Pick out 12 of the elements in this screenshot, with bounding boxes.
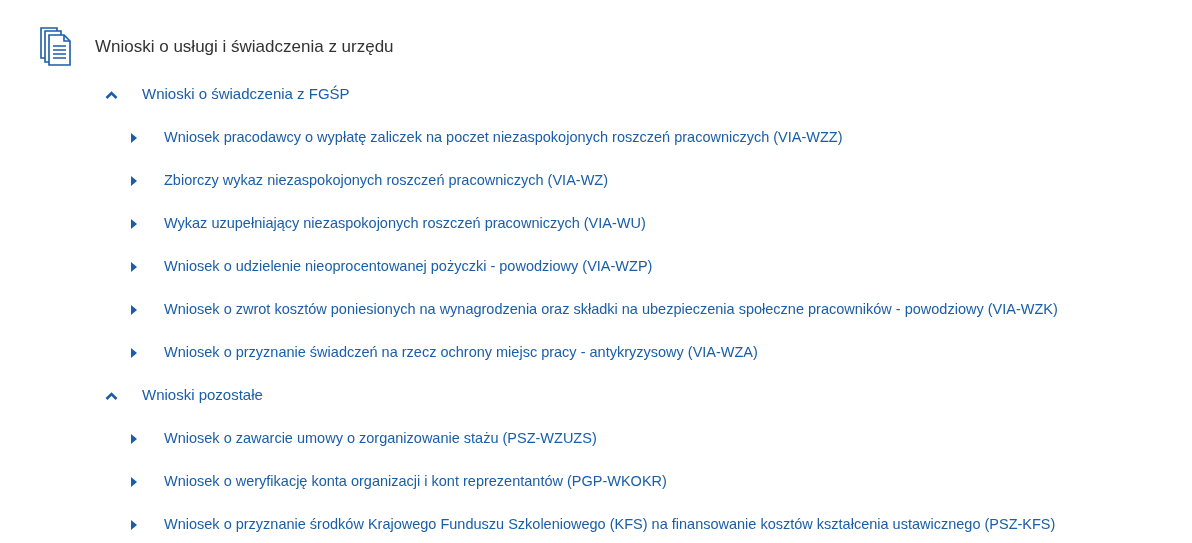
form-link[interactable]: Wniosek o udzielenie nieoprocentowanej pożyczki - powodziowy (VIA-WZP) — [164, 255, 653, 278]
group-link[interactable]: Wnioski o świadczenia z FGŚP — [142, 83, 350, 106]
form-link[interactable]: Wniosek o zawarcie umowy o zorganizowanie stażu (PSZ-WZUZS) — [164, 427, 597, 450]
form-link[interactable]: Zbiorczy wykaz niezaspokojonych roszczeń pracowniczych (VIA-WZ) — [164, 169, 608, 192]
form-link[interactable]: Wniosek o weryfikację konta organizacji i kont reprezentantów (PGP-WKOKR) — [164, 470, 667, 493]
form-link[interactable]: Wniosek o zwrot kosztów poniesionych na wynagrodzenia oraz składki na ubezpieczenia społeczne pracowników - powodziowy (VIA-WZK) — [164, 298, 1058, 321]
form-link[interactable]: Wniosek o przyznanie środków Krajowego Funduszu Szkoleniowego (KFS) na finansowanie kosztów kształcenia ustawicznego (PSZ-KFS) — [164, 513, 1056, 536]
group-link[interactable]: Wnioski pozostałe — [142, 384, 263, 407]
form-link[interactable]: Wykaz uzupełniający niezaspokojonych roszczeń pracowniczych (VIA-WU) — [164, 212, 646, 235]
form-link[interactable]: Wniosek o przyznanie świadczeń na rzecz ochrony miejsc pracy - antykryzysowy (VIA-WZA) — [164, 341, 758, 364]
section-title: Wnioski o usługi i świadczenia z urzędu — [95, 36, 394, 59]
form-link[interactable]: Wniosek pracodawcy o wypłatę zaliczek na poczet niezaspokojonych roszczeń pracowniczych (VIA-WZZ) — [164, 126, 843, 149]
